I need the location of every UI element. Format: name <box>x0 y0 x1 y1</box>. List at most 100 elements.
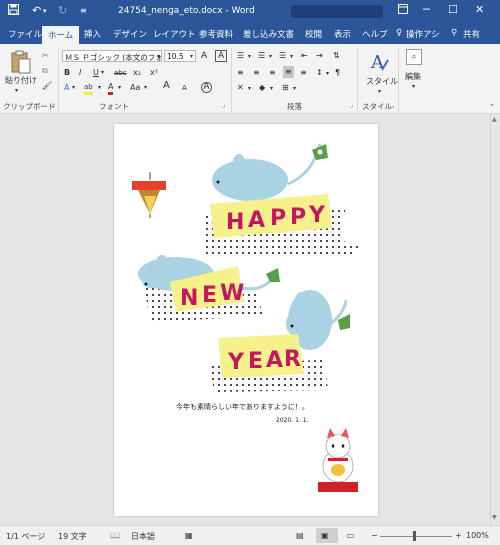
font-color-button[interactable]: A <box>108 82 114 95</box>
underline-button[interactable]: U <box>93 68 99 78</box>
search-box[interactable] <box>291 5 383 18</box>
tab-tellme[interactable]: 操作アシ <box>406 28 440 40</box>
align-right-icon[interactable]: ≡ <box>269 68 276 78</box>
collapse-ribbon-icon[interactable]: ⌃ <box>489 102 495 112</box>
tab-mailings[interactable]: 差し込み文書 <box>243 28 294 40</box>
undo-dropdown-icon[interactable]: ▾ <box>43 7 47 15</box>
line-spacing-dropdown-icon[interactable]: ▾ <box>326 69 329 79</box>
justify-icon[interactable]: ≡ <box>283 66 294 78</box>
shrink-font-button[interactable]: A <box>182 83 187 93</box>
editing-button[interactable]: 編集 <box>405 72 421 82</box>
paste-dropdown-icon[interactable]: ▾ <box>15 86 18 96</box>
borders-icon[interactable]: ⊞ <box>282 83 289 93</box>
cut-icon[interactable]: ✂ <box>42 51 49 61</box>
editing-dropdown-icon[interactable]: ▾ <box>412 82 415 92</box>
grow-font-button[interactable]: A <box>163 81 170 91</box>
show-marks-icon[interactable]: ¶ <box>335 68 340 78</box>
language-indicator[interactable]: 日本語 <box>131 531 155 542</box>
format-painter-icon[interactable]: 🖌 <box>42 81 52 91</box>
save-icon[interactable] <box>8 4 19 18</box>
asian-layout-icon[interactable]: ✕ <box>237 83 244 93</box>
line-spacing-icon[interactable]: ↕ <box>316 68 323 78</box>
scroll-up-icon[interactable]: ▲ <box>492 116 497 123</box>
print-layout-icon[interactable]: ▣ <box>316 528 338 543</box>
tab-review[interactable]: 校閲 <box>305 28 322 40</box>
zoom-in-icon[interactable]: + <box>455 531 462 540</box>
strikethrough-button[interactable]: abc <box>114 68 127 78</box>
multilevel-list-icon[interactable]: ☰ <box>279 51 286 61</box>
font-name-field[interactable]: ＭＳ Ｐゴシック (本文のフォ <box>62 50 162 62</box>
paragraph-launcher-icon[interactable]: ⌟ <box>350 101 353 111</box>
distribute-icon[interactable]: ≡ <box>300 68 307 78</box>
close-button[interactable]: ✕ <box>475 3 484 16</box>
macro-icon[interactable]: ▦ <box>185 531 193 540</box>
enclose-char-icon[interactable]: A <box>215 50 228 62</box>
numbering-icon[interactable]: ☰ <box>258 51 265 61</box>
shading-dropdown-icon[interactable]: ▾ <box>270 84 273 94</box>
increase-indent-icon[interactable]: ⇥ <box>316 51 323 61</box>
minimize-button[interactable]: ─ <box>423 3 430 16</box>
web-layout-icon[interactable]: ▭ <box>347 531 355 540</box>
zoom-out-icon[interactable]: − <box>371 531 378 540</box>
shading-icon[interactable]: ◆ <box>259 83 265 93</box>
font-color-dropdown-icon[interactable]: ▾ <box>118 83 121 93</box>
proofing-icon[interactable]: 📖 <box>110 531 120 540</box>
customize-qat-icon[interactable]: ≡ <box>80 6 87 15</box>
subscript-button[interactable]: x₂ <box>133 68 141 78</box>
change-case-dropdown-icon[interactable]: ▾ <box>144 83 147 93</box>
text-effect-dropdown-icon[interactable]: ▾ <box>72 83 75 93</box>
greeting-text[interactable]: 今年も素晴らしい年でありますように！。 <box>176 402 309 412</box>
ribbon-display-icon[interactable] <box>398 4 408 17</box>
styles-button[interactable]: スタイル <box>366 77 398 87</box>
redo-icon[interactable]: ↻ <box>58 4 67 17</box>
styles-icon[interactable]: A <box>368 50 390 79</box>
date-text[interactable]: 2020. 1. 1. <box>276 417 308 424</box>
highlight-button[interactable]: ab <box>84 82 93 95</box>
zoom-slider[interactable] <box>380 536 452 537</box>
tab-view[interactable]: 表示 <box>334 28 351 40</box>
font-launcher-icon[interactable]: ⌟ <box>222 101 225 111</box>
multilevel-dropdown-icon[interactable]: ▾ <box>290 52 293 62</box>
vertical-scrollbar[interactable]: ▲ ▼ <box>490 114 500 525</box>
focus-mode-icon[interactable]: ▤ <box>296 531 304 540</box>
font-size-dropdown-icon[interactable]: ▾ <box>190 52 193 62</box>
decrease-indent-icon[interactable]: ⇤ <box>301 51 308 61</box>
user-icon[interactable]: ⚲ <box>451 28 457 38</box>
tab-file[interactable]: ファイル <box>8 28 42 40</box>
paste-icon[interactable] <box>10 50 32 77</box>
bullets-icon[interactable]: ☰ <box>237 51 244 61</box>
tab-layout[interactable]: レイアウト <box>153 28 196 40</box>
search-icon[interactable]: ⌕ <box>406 49 422 65</box>
styles-launcher-icon[interactable]: ⌟ <box>391 101 394 111</box>
bold-button[interactable]: B <box>64 68 70 78</box>
word-count[interactable]: 19 文字 <box>58 531 87 542</box>
enclosed-char-button[interactable]: A <box>201 82 212 93</box>
tab-references[interactable]: 参考資料 <box>199 28 233 40</box>
clipboard-launcher-icon[interactable]: ⌟ <box>52 101 55 111</box>
font-name-dropdown-icon[interactable]: ▾ <box>157 52 160 62</box>
asian-layout-dropdown-icon[interactable]: ▾ <box>248 84 251 94</box>
styles-dropdown-icon[interactable]: ▾ <box>378 87 381 97</box>
scroll-down-icon[interactable]: ▼ <box>492 514 497 521</box>
change-case-button[interactable]: Aa <box>130 83 140 93</box>
tab-home[interactable]: ホーム <box>42 26 80 44</box>
maximize-button[interactable]: ☐ <box>448 3 458 16</box>
italic-button[interactable]: I <box>79 68 81 78</box>
tab-design[interactable]: デザイン <box>113 28 147 40</box>
highlight-dropdown-icon[interactable]: ▾ <box>98 83 101 93</box>
borders-dropdown-icon[interactable]: ▾ <box>293 84 296 94</box>
lightbulb-icon[interactable]: ♀ <box>396 28 402 38</box>
align-left-icon[interactable]: ≡ <box>237 68 244 78</box>
tab-share[interactable]: 共有 <box>463 28 480 40</box>
tab-help[interactable]: ヘルプ <box>362 28 388 40</box>
copy-icon[interactable]: ⧉ <box>42 66 48 76</box>
numbering-dropdown-icon[interactable]: ▾ <box>269 52 272 62</box>
page-count[interactable]: 1/1 ページ <box>6 531 45 542</box>
sort-icon[interactable]: ⇅ <box>333 51 340 61</box>
tab-insert[interactable]: 挿入 <box>84 28 101 40</box>
phonetic-icon[interactable]: A <box>201 51 207 61</box>
zoom-slider-thumb[interactable] <box>413 531 416 541</box>
undo-icon[interactable]: ↶ <box>32 4 41 17</box>
align-center-icon[interactable]: ≡ <box>253 68 260 78</box>
superscript-button[interactable]: x² <box>150 68 158 78</box>
